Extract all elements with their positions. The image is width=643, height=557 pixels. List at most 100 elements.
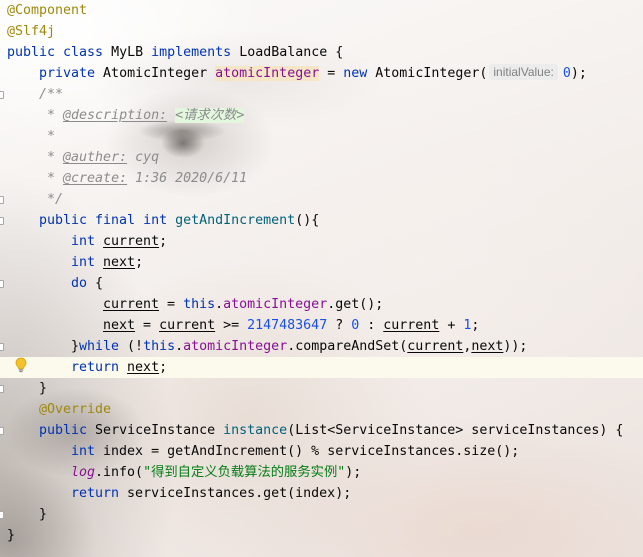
doc-comment[interactable]: [167, 108, 175, 123]
annotation[interactable]: @Override: [39, 402, 111, 417]
code-line[interactable]: * @create: 1:36 2020/6/11: [0, 168, 643, 189]
doc-comment[interactable]: *: [39, 150, 63, 165]
keyword[interactable]: int: [71, 255, 103, 270]
parameter-list[interactable]: (List<ServiceInstance> serviceInstances)…: [287, 423, 623, 438]
keyword[interactable]: new: [343, 66, 367, 81]
code-text[interactable]: .: [215, 297, 223, 312]
local-variable[interactable]: current: [159, 318, 215, 333]
code-text[interactable]: ;: [159, 234, 167, 249]
code-line[interactable]: @Slf4j: [0, 21, 643, 42]
number-literal[interactable]: 0: [563, 66, 571, 81]
code-line[interactable]: */: [0, 189, 643, 210]
code-line[interactable]: }: [0, 525, 643, 546]
doc-comment[interactable]: *: [39, 129, 55, 144]
method-call[interactable]: .get();: [327, 297, 383, 312]
code-line[interactable]: /**: [0, 84, 643, 105]
code-line[interactable]: *: [0, 126, 643, 147]
annotation[interactable]: @Slf4j: [7, 24, 55, 39]
code-text[interactable]: (){: [295, 213, 319, 228]
code-line[interactable]: do {: [0, 273, 643, 294]
code-line[interactable]: int index = getAndIncrement() % serviceI…: [0, 441, 643, 462]
local-variable[interactable]: next: [471, 339, 503, 354]
code-line[interactable]: public ServiceInstance instance(List<Ser…: [0, 420, 643, 441]
keyword[interactable]: return: [71, 360, 127, 375]
code-text[interactable]: ;: [159, 360, 167, 375]
number-literal[interactable]: 2147483647: [247, 318, 327, 333]
method-name[interactable]: getAndIncrement: [175, 213, 295, 228]
doc-html-tag[interactable]: <请求次数>: [175, 108, 245, 123]
code-text[interactable]: .: [175, 339, 183, 354]
code-text[interactable]: }: [71, 339, 79, 354]
field-declaration[interactable]: atomicInteger: [215, 66, 320, 81]
code-line[interactable]: int current;: [0, 231, 643, 252]
code-text[interactable]: ?: [327, 318, 351, 333]
code-text[interactable]: );: [571, 66, 587, 81]
code-editor[interactable]: @Component @Slf4j public class MyLB impl…: [0, 0, 643, 546]
keyword[interactable]: public class: [7, 45, 103, 60]
lightbulb-icon[interactable]: [15, 357, 27, 373]
code-line[interactable]: @Override: [0, 399, 643, 420]
code-text[interactable]: :: [359, 318, 383, 333]
code-line-current[interactable]: return next;: [0, 357, 643, 378]
keyword[interactable]: private: [39, 66, 95, 81]
static-field[interactable]: log: [71, 465, 95, 480]
code-line[interactable]: * @description: <请求次数>: [0, 105, 643, 126]
doc-tag[interactable]: @create:: [63, 171, 127, 186]
keyword[interactable]: return: [71, 486, 119, 501]
annotation[interactable]: @Component: [7, 3, 87, 18]
code-text[interactable]: =: [319, 66, 343, 81]
keyword[interactable]: int: [71, 234, 103, 249]
code-line[interactable]: * @auther: cyq: [0, 147, 643, 168]
keyword[interactable]: do: [71, 276, 87, 291]
code-text[interactable]: ));: [503, 339, 527, 354]
code-line[interactable]: private AtomicInteger atomicInteger = ne…: [0, 63, 643, 84]
code-line[interactable]: public class MyLB implements LoadBalance…: [0, 42, 643, 63]
local-variable[interactable]: current: [407, 339, 463, 354]
code-text[interactable]: =: [159, 297, 183, 312]
code-line[interactable]: int next;: [0, 252, 643, 273]
code-line[interactable]: next = current >= 2147483647 ? 0 : curre…: [0, 315, 643, 336]
code-line[interactable]: log.info("得到自定义负载算法的服务实例");: [0, 462, 643, 483]
code-text[interactable]: }: [7, 528, 15, 543]
code-text[interactable]: index = getAndIncrement() % serviceInsta…: [95, 444, 519, 459]
field-reference[interactable]: atomicInteger: [223, 297, 327, 312]
doc-tag[interactable]: @auther:: [63, 150, 127, 165]
doc-comment[interactable]: *: [39, 171, 63, 186]
doc-comment[interactable]: 1:36 2020/6/11: [127, 171, 247, 186]
code-text[interactable]: (!: [119, 339, 143, 354]
type-name[interactable]: ServiceInstance: [87, 423, 223, 438]
class-name[interactable]: MyLB: [103, 45, 151, 60]
constructor-call[interactable]: AtomicInteger(: [367, 66, 487, 81]
code-text[interactable]: {: [87, 276, 103, 291]
method-name[interactable]: instance: [223, 423, 287, 438]
keyword[interactable]: implements: [151, 45, 231, 60]
interface-name[interactable]: LoadBalance {: [231, 45, 343, 60]
doc-tag[interactable]: @description:: [63, 108, 167, 123]
code-text[interactable]: );: [345, 465, 361, 480]
code-text[interactable]: =: [135, 318, 159, 333]
code-line[interactable]: public final int getAndIncrement(){: [0, 210, 643, 231]
doc-comment[interactable]: */: [39, 192, 63, 207]
local-variable[interactable]: current: [383, 318, 439, 333]
doc-comment[interactable]: *: [39, 108, 63, 123]
keyword[interactable]: this: [143, 339, 175, 354]
doc-comment[interactable]: /**: [39, 87, 63, 102]
keyword[interactable]: public: [39, 423, 87, 438]
local-variable[interactable]: next: [103, 318, 135, 333]
field-reference[interactable]: atomicInteger: [183, 339, 287, 354]
code-text[interactable]: >=: [215, 318, 247, 333]
code-text[interactable]: serviceInstances.get(index);: [119, 486, 351, 501]
code-line[interactable]: }: [0, 378, 643, 399]
method-call[interactable]: .compareAndSet(: [287, 339, 407, 354]
string-literal[interactable]: "得到自定义负载算法的服务实例": [143, 465, 345, 480]
keyword[interactable]: public final int: [39, 213, 175, 228]
local-variable[interactable]: next: [103, 255, 135, 270]
local-variable[interactable]: current: [103, 297, 159, 312]
code-line[interactable]: }while (!this.atomicInteger.compareAndSe…: [0, 336, 643, 357]
type-name[interactable]: AtomicInteger: [95, 66, 215, 81]
doc-comment[interactable]: cyq: [127, 150, 159, 165]
local-variable[interactable]: next: [127, 360, 159, 375]
code-text[interactable]: ;: [135, 255, 143, 270]
code-text[interactable]: }: [39, 507, 47, 522]
code-text[interactable]: ;: [471, 318, 479, 333]
